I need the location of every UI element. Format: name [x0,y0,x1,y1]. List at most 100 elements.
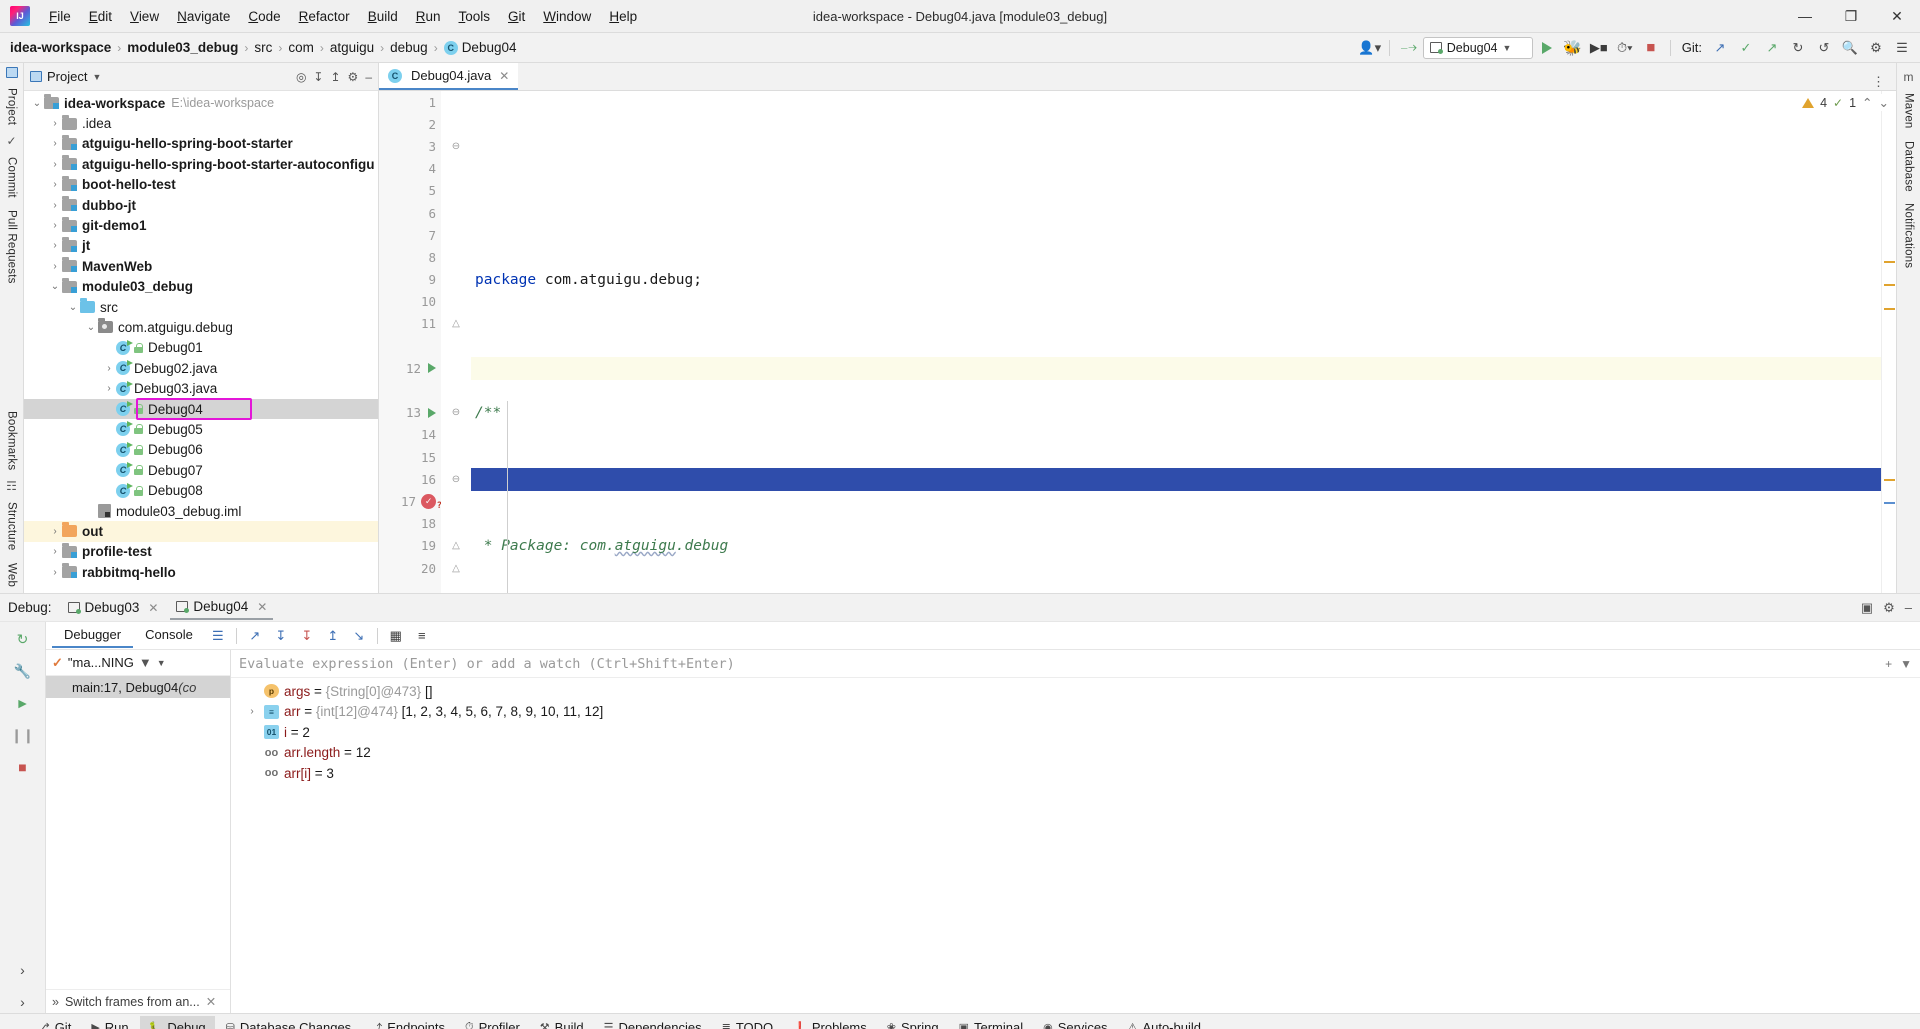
expand-icon[interactable]: › [11,959,35,981]
settings-gear-icon[interactable]: ⚙ [1883,600,1895,616]
line-number-14[interactable]: 14 [379,424,441,446]
tool-window-button-run[interactable]: ▶ Run [82,1016,137,1029]
filter-icon[interactable]: ▼ [139,655,152,670]
tool-window-button-build[interactable]: ⚒ Build [531,1016,593,1029]
menu-item-file[interactable]: File [40,4,80,29]
chevron-down-icon[interactable]: ⌄ [48,281,62,292]
tree-item-jt[interactable]: › jt [24,236,378,256]
line-number-10[interactable]: 10 [379,291,441,313]
fold-marker[interactable] [441,180,471,202]
menu-item-git[interactable]: Git [499,4,534,29]
editor-tab-bar[interactable]: C Debug04.java ✕ ⋮ [379,63,1896,91]
collapse-all-icon[interactable]: ↥ [330,70,340,84]
hide-panel-icon[interactable]: – [1905,600,1912,615]
line-number-18[interactable]: 18 [379,513,441,535]
debugger-subtab-debugger[interactable]: Debugger [52,623,134,648]
history-icon[interactable]: ↻ [1786,36,1810,60]
fold-marker[interactable] [441,291,471,313]
fold-marker[interactable] [441,113,471,135]
chevron-down-icon[interactable]: ▼ [1900,657,1912,671]
evaluate-expression-icon[interactable]: ▦ [383,624,409,648]
breadcrumb-item-com[interactable]: com [284,40,318,55]
hammer-build-icon[interactable]: ⤍ [1397,36,1421,60]
chevron-right-icon[interactable]: › [48,546,62,557]
stop-program-icon[interactable]: ■ [11,756,35,778]
window-controls[interactable]: — ❐ ✕ [1782,0,1920,32]
chevron-right-icon[interactable]: › [102,383,116,394]
line-number-13[interactable]: 13 [379,402,441,424]
fold-marker[interactable]: △ [441,313,471,335]
menu-item-build[interactable]: Build [359,4,407,29]
fold-marker[interactable] [441,91,471,113]
source-code[interactable]: package com.atguigu.debug; /** * ClassNa… [471,91,1881,593]
rail-item-web[interactable]: Web [6,557,18,593]
chevron-right-icon[interactable]: › [245,706,259,717]
breadcrumb-item-atguigu[interactable]: atguigu [326,40,378,55]
run-gutter-icon[interactable] [428,363,436,374]
debug-session-tabs[interactable]: Debug03 ✕ Debug04 ✕ [62,595,274,620]
chevron-down-icon[interactable]: ⌄ [66,302,80,313]
git-push-icon[interactable]: ↗ [1760,36,1784,60]
tree-item-rabbitmq-hello[interactable]: › rabbitmq-hello [24,562,378,582]
mute-breakpoints-icon[interactable]: ≡ [409,624,435,648]
tree-item-debug04[interactable]: C Debug04 [24,398,378,420]
chevron-right-icon[interactable]: › [102,363,116,374]
fold-marker[interactable]: △ [441,557,471,579]
tree-item-debug03-java[interactable]: › C Debug03.java [24,378,378,398]
tree-item-boot-hello-test[interactable]: › boot-hello-test [24,175,378,195]
variables-list[interactable]: p args = {String[0]@473} [] › ≡ arr = {int[1… [231,678,1920,1013]
variable-row-arr-i-[interactable]: oo arr[i] = 3 [231,763,1920,784]
menu-item-navigate[interactable]: Navigate [168,4,239,29]
code-folding-gutter[interactable]: ⊖ △ ⊖ ⊖ △ △ [441,91,471,593]
fold-marker[interactable] [441,246,471,268]
editor-gutter[interactable]: 1234567891011121314151617?181920 [379,91,442,593]
tree-item-debug07[interactable]: C Debug07 [24,460,378,480]
fold-marker[interactable]: ⊖ [441,402,471,424]
close-button[interactable]: ✕ [1874,0,1920,32]
run-with-coverage-button[interactable]: ▶■ [1587,36,1611,60]
menu-item-window[interactable]: Window [534,4,600,29]
tree-item-git-demo1[interactable]: › git-demo1 [24,215,378,235]
wrench-settings-icon[interactable]: 🔧 [11,660,35,682]
menu-item-tools[interactable]: Tools [450,4,500,29]
tree-item-debug06[interactable]: C Debug06 [24,440,378,460]
line-number-1[interactable]: 1 [379,91,441,113]
tool-window-bar[interactable]: ⎇ Git ▶ Run 🐛 Debug ⛁ Database Changes ⤴ Endpoint… [0,1013,1920,1029]
inspection-widget[interactable]: 4 ✓ 1 ⌃ ⌄ [1798,94,1893,111]
fold-marker[interactable] [441,158,471,180]
debug-button[interactable]: 🐝 [1561,36,1585,60]
tree-item-atguigu-hello-spring-boot-starter[interactable]: › atguigu-hello-spring-boot-starter [24,134,378,154]
settings-gear-icon[interactable]: ⚙ [1864,36,1888,60]
line-number-6[interactable]: 6 [379,202,441,224]
fold-marker[interactable] [441,335,471,357]
line-number-15[interactable]: 15 [379,446,441,468]
run-configuration-selector[interactable]: Debug04 ▼ [1422,36,1533,59]
run-gutter-icon[interactable] [428,407,436,418]
chevron-down-icon[interactable]: ⌄ [1879,95,1889,110]
tree-item--idea[interactable]: › .idea [24,113,378,133]
step-into-icon[interactable]: ↧ [294,624,320,648]
tree-item-debug05[interactable]: C Debug05 [24,419,378,439]
fold-marker[interactable] [441,513,471,535]
line-number-4[interactable]: 4 [379,158,441,180]
line-number-16[interactable]: 16 [379,468,441,490]
rail-item-project[interactable]: Project [6,82,18,131]
fold-marker[interactable] [441,424,471,446]
locate-icon[interactable]: ◎ [296,70,306,84]
gear-icon[interactable]: ⚙ [348,70,359,84]
fold-marker[interactable] [441,224,471,246]
undo-icon[interactable]: ↺ [1812,36,1836,60]
expand-all-icon[interactable]: ↧ [313,70,323,84]
tree-item-module03-debug-iml[interactable]: module03_debug.iml [24,501,378,521]
debugger-toolbar[interactable]: Debugger Console ☰ ↗ ↧ ↧ ↥ ↘ ▦ ≡ [46,622,1920,650]
line-number-19[interactable]: 19 [379,535,441,557]
chevron-right-icon[interactable]: › [48,159,62,170]
tool-window-button-git[interactable]: ⎇ Git [28,1016,80,1029]
chevron-right-icon[interactable]: › [48,179,62,190]
tool-window-button-spring[interactable]: ❀ Spring [878,1016,948,1029]
chevron-down-icon[interactable]: ▼ [92,72,101,82]
close-icon[interactable]: ✕ [206,994,216,1009]
chevron-down-icon[interactable]: ⌄ [84,322,98,333]
chevron-right-icon[interactable]: › [48,200,62,211]
search-icon[interactable]: 🔍 [1838,36,1862,60]
